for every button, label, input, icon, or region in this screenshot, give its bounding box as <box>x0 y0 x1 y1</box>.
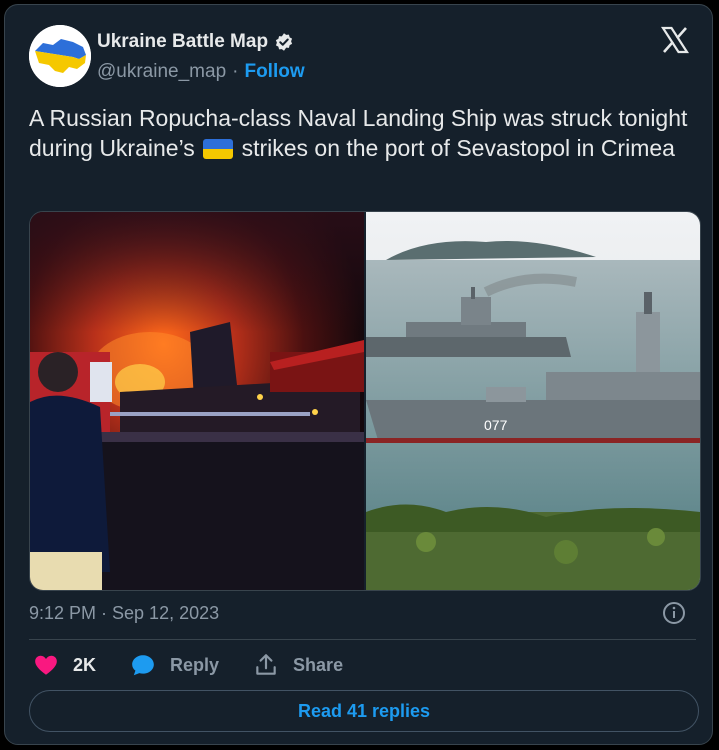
ship-photo[interactable]: 077 <box>366 212 700 590</box>
reply-bubble-icon <box>132 655 154 676</box>
avatar[interactable] <box>29 25 91 87</box>
share-icon <box>256 654 276 675</box>
handle-row: @ukraine_map · Follow <box>97 61 305 83</box>
tweet-text-part2: strikes on the port of Sevastopol in Cri… <box>241 135 675 161</box>
author-name-row: Ukraine Battle Map <box>97 31 294 53</box>
heart-icon <box>35 655 57 675</box>
share-button[interactable]: Share <box>253 652 343 678</box>
ukraine-map-avatar-image <box>29 25 91 87</box>
ukraine-flag-emoji-icon <box>203 139 234 159</box>
x-logo-icon[interactable] <box>660 25 690 55</box>
like-button[interactable]: 2K <box>33 652 96 678</box>
action-bar: 2K Reply Share <box>33 652 377 678</box>
like-count: 2K <box>73 654 97 675</box>
info-icon[interactable] <box>662 601 686 625</box>
author-handle[interactable]: @ukraine_map <box>97 61 226 83</box>
tweet-text: A Russian Ropucha-class Naval Landing Sh… <box>29 103 699 163</box>
share-label: Share <box>293 654 344 675</box>
tweet-card: Ukraine Battle Map @ukraine_map · Follow… <box>4 4 713 745</box>
follow-link[interactable]: Follow <box>244 61 304 83</box>
divider <box>29 639 696 640</box>
media-grid: 077 <box>29 211 701 591</box>
author-name[interactable]: Ukraine Battle Map <box>97 31 268 53</box>
ship-hull-number: 077 <box>484 417 508 433</box>
handle-separator: · <box>232 61 239 82</box>
tweet-timestamp[interactable]: 9:12 PM · Sep 12, 2023 <box>29 603 219 624</box>
read-replies-button[interactable]: Read 41 replies <box>29 690 699 732</box>
reply-button[interactable]: Reply <box>130 652 219 678</box>
verified-badge-icon <box>275 33 293 51</box>
fire-photo[interactable] <box>30 212 364 590</box>
reply-label: Reply <box>170 654 220 675</box>
